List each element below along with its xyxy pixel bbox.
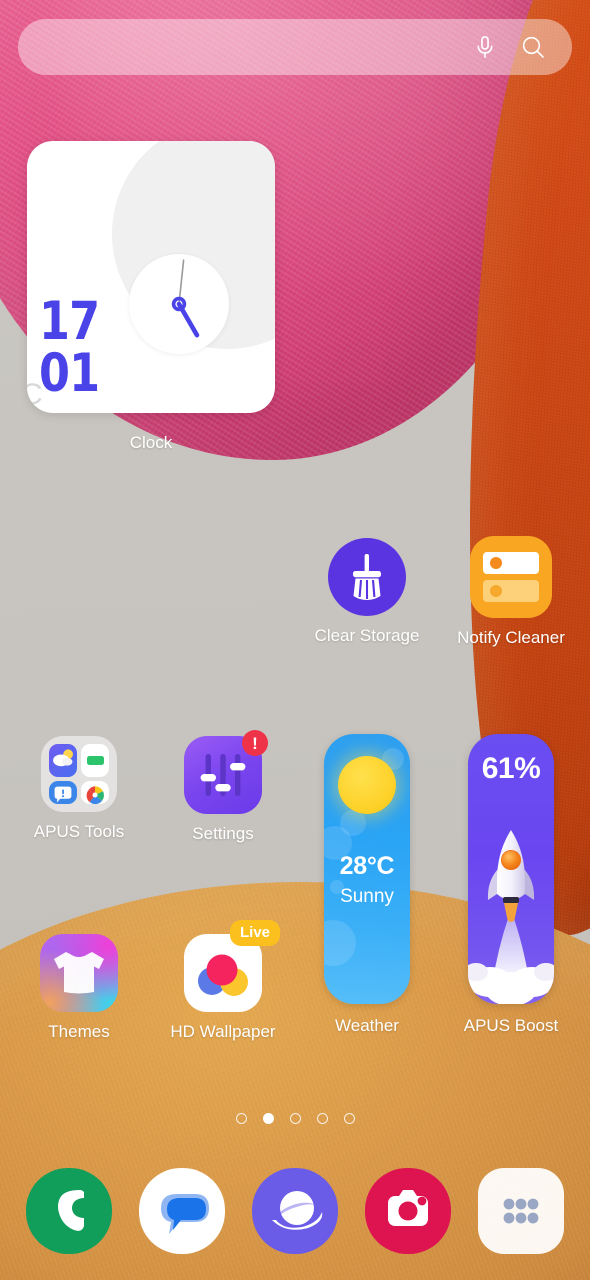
app-themes[interactable]: Themes (24, 934, 134, 1042)
app-label-apus-tools: APUS Tools (33, 822, 125, 841)
weather-widget[interactable]: 28°C Sunny (324, 734, 410, 1004)
pinwheel-glyph (86, 785, 105, 804)
page-indicator[interactable] (0, 1113, 590, 1124)
hd-wallpaper-live-badge: Live (229, 920, 280, 946)
internet-icon[interactable] (251, 1167, 338, 1254)
app-label-settings: Settings (192, 824, 254, 843)
clock-hours: 17 (39, 291, 100, 352)
app-settings[interactable]: ! Settings (168, 730, 278, 844)
widget-label-apus-boost: APUS Boost (463, 1016, 559, 1035)
app-label-clear-storage: Clear Storage (314, 626, 420, 645)
notify-dot-top (490, 557, 502, 569)
camera-glyph (388, 1189, 429, 1226)
search-input[interactable] (18, 36, 472, 58)
clock-widget[interactable]: C 17 01 (27, 141, 275, 413)
planet-glyph (271, 1190, 323, 1230)
app-clear-storage[interactable]: Clear Storage (312, 538, 422, 646)
page-dot-2[interactable] (262, 1113, 274, 1124)
notify-card-bottom (483, 580, 539, 602)
app-drawer-icon[interactable] (478, 1167, 565, 1254)
app-notify-cleaner[interactable]: Notify Cleaner (456, 536, 566, 648)
page-dot-3[interactable] (289, 1113, 301, 1124)
rocket-icon (468, 830, 554, 1004)
dock (0, 1163, 590, 1258)
page-dot-1[interactable] (235, 1113, 247, 1124)
notify-card-top (483, 552, 539, 574)
widget-label-weather: Weather (335, 1016, 399, 1035)
tshirt-glyph (54, 952, 104, 994)
page-dot-4[interactable] (316, 1113, 328, 1124)
weather-bubble-5 (340, 810, 366, 836)
notification-cards-icon[interactable] (470, 536, 552, 618)
dock-item-internet[interactable] (251, 1167, 338, 1254)
phone-glyph (57, 1189, 84, 1231)
clock-widget-label: Clock (129, 433, 173, 452)
clock-minutes: 01 (39, 343, 100, 404)
weather-bubble-4 (324, 920, 356, 966)
settings-alert-badge: ! (242, 730, 268, 756)
cloud-sun-glyph (53, 749, 73, 767)
circles-icon[interactable]: Live (184, 920, 280, 1012)
app-apus-tools[interactable]: APUS Tools (24, 736, 134, 842)
folder-mini-weather-icon (49, 744, 77, 777)
widget-apus-boost[interactable]: 61% APUS Boost (456, 734, 566, 1036)
app-label-themes: Themes (48, 1022, 110, 1041)
search-bar[interactable] (18, 19, 572, 75)
sun-icon (338, 756, 396, 814)
page-dot-5[interactable] (343, 1113, 355, 1124)
microphone-icon[interactable] (472, 34, 498, 60)
dock-item-camera[interactable] (365, 1167, 452, 1254)
battery-glyph (86, 755, 104, 765)
folder-icon[interactable] (41, 736, 117, 812)
folder-mini-alert-icon (49, 780, 77, 804)
weather-temperature: 28°C (339, 852, 395, 880)
grid-dots-glyph (503, 1198, 539, 1223)
folder-mini-battery-icon (81, 744, 109, 777)
folder-mini-pinwheel-icon (81, 780, 109, 804)
camera-icon[interactable] (365, 1167, 452, 1254)
notify-dot-bottom (490, 585, 502, 597)
clock-digital-time: 17 01 (39, 291, 100, 404)
message-bubble-glyph (160, 1193, 209, 1234)
weather-condition: Sunny (340, 886, 394, 907)
sliders-icon[interactable]: ! (184, 730, 268, 814)
boost-widget[interactable]: 61% (468, 734, 554, 1004)
search-icon[interactable] (520, 34, 546, 60)
tshirt-icon[interactable] (40, 934, 118, 1012)
dock-item-phone[interactable] (25, 1167, 112, 1254)
dock-item-app-drawer[interactable] (478, 1167, 565, 1254)
widget-weather[interactable]: 28°C Sunny Weather (312, 734, 422, 1036)
speech-alert-glyph (54, 786, 72, 802)
broom-icon[interactable] (328, 538, 406, 616)
app-label-hd-wallpaper: HD Wallpaper (170, 1022, 276, 1041)
dock-item-messages[interactable] (138, 1167, 225, 1254)
messages-icon[interactable] (138, 1167, 225, 1254)
phone-icon[interactable] (25, 1167, 112, 1254)
clock-hands (171, 259, 200, 338)
app-label-notify-cleaner: Notify Cleaner (457, 628, 565, 647)
app-hd-wallpaper[interactable]: Live HD Wallpaper (168, 920, 280, 1042)
broom-glyph (353, 554, 381, 600)
